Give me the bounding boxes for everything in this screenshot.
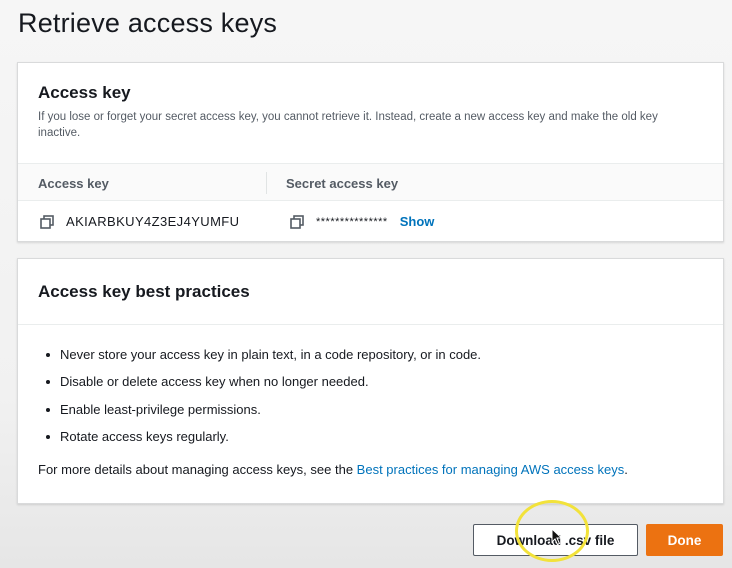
list-item-text: Disable or delete access key when no lon… [60,374,369,390]
download-csv-button[interactable]: Download .csv file [473,524,638,556]
list-item-text: Never store your access key in plain tex… [60,347,482,362]
best-practices-panel: Access key best practices Never store yo… [17,258,724,504]
best-practices-header: Access key best practices [18,259,723,325]
secret-key-masked: *************** [316,215,388,228]
copy-icon[interactable] [40,214,54,229]
bullet-icon [46,353,50,357]
list-item: Disable or delete access key when no lon… [40,374,481,401]
footer-prefix: For more details about managing access k… [38,462,357,477]
access-key-value: AKIARBKUY4Z3EJ4YUMFU [66,214,240,229]
best-practices-link[interactable]: Best practices for managing AWS access k… [357,462,625,477]
bullet-icon [46,407,50,412]
column-header-secret-access-key: Secret access key [286,176,399,191]
column-header-access-key: Access key [38,176,109,191]
list-item: Rotate access keys regularly. [40,429,481,456]
access-key-table-header: Access key Secret access key [18,163,723,201]
best-practices-title: Access key best practices [38,282,250,301]
secret-access-key-cell: *************** Show [290,214,434,229]
list-item-text: Enable least-privilege permissions. [60,401,261,417]
best-practices-footer: For more details about managing access k… [38,462,628,477]
copy-icon[interactable] [290,214,304,229]
list-item: Never store your access key in plain tex… [40,347,481,374]
access-key-header: Access key If you lose or forget your se… [18,63,723,141]
table-row: AKIARBKUY4Z3EJ4YUMFU *************** Sho… [18,208,723,236]
footer-suffix: . [624,462,628,477]
show-secret-link[interactable]: Show [400,214,435,229]
bullet-icon [46,434,50,439]
list-item: Enable least-privilege permissions. [40,402,481,429]
access-key-title: Access key [38,83,131,102]
access-key-description: If you lose or forget your secret access… [38,111,658,139]
best-practices-list: Never store your access key in plain tex… [40,347,481,456]
column-divider [266,172,267,194]
list-item-text: Rotate access keys regularly. [60,428,229,444]
access-key-panel: Access key If you lose or forget your se… [17,62,724,242]
bullet-icon [46,380,50,385]
done-button[interactable]: Done [646,524,723,556]
page-title: Retrieve access keys [18,8,278,38]
access-key-cell: AKIARBKUY4Z3EJ4YUMFU [40,214,239,229]
